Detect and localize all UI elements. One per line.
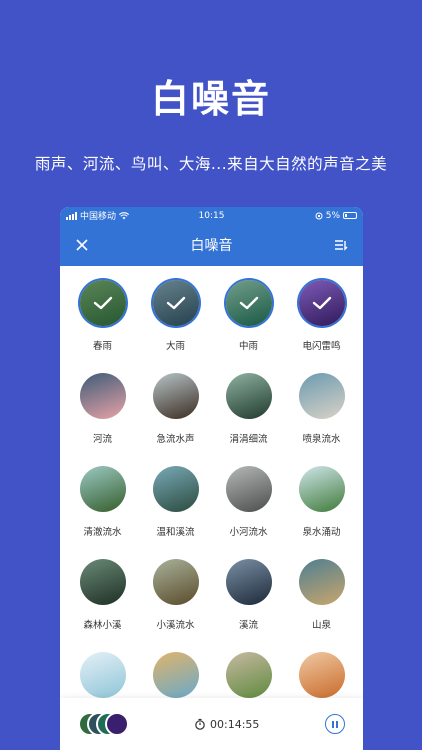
sound-grid: 春雨 大雨 中雨 电闪雷鸣河流 急流水声 涓涓细流 喷泉流水清澈流水 温和溪流 小河流水 泉水涌动… (60, 266, 363, 741)
sound-label: 小河流水 (229, 527, 268, 538)
sound-item[interactable]: 河流 (66, 369, 139, 462)
sound-item[interactable]: 涓涓细流 (212, 369, 285, 462)
sound-label: 涓涓细流 (229, 434, 268, 445)
pause-button[interactable] (325, 714, 345, 734)
timer[interactable]: 00:14:55 (194, 718, 259, 731)
close-button[interactable] (72, 235, 92, 255)
sound-thumbnail (79, 652, 126, 698)
sound-thumbnail (225, 280, 272, 326)
sound-thumbnail (298, 373, 345, 419)
sound-item[interactable]: 森林小溪 (66, 555, 139, 648)
check-icon (298, 280, 345, 326)
phone-screen: 中国移动 10:15 5% 白噪音 春雨 大雨 中雨 电闪雷鸣 河流 急流水声 … (60, 207, 363, 750)
orientation-lock-icon (315, 212, 323, 219)
pause-icon (332, 720, 334, 728)
timer-value: 00:14:55 (210, 717, 260, 731)
status-bar: 中国移动 10:15 5% (60, 207, 363, 224)
sound-item[interactable]: 电闪雷鸣 (285, 276, 358, 369)
sound-label: 清澈流水 (83, 527, 122, 538)
sound-item[interactable]: 中雨 (212, 276, 285, 369)
sound-thumbnail (225, 373, 272, 419)
sound-thumbnail (298, 280, 345, 326)
sound-label: 大雨 (165, 341, 185, 352)
playlist-icon (335, 240, 348, 251)
sound-thumbnail (79, 559, 126, 605)
stopwatch-icon (195, 718, 205, 730)
sound-label: 中雨 (238, 341, 258, 352)
sound-label: 泉水涌动 (302, 527, 341, 538)
sound-item[interactable]: 急流水声 (139, 369, 212, 462)
sound-item[interactable]: 清澈流水 (66, 462, 139, 555)
sound-thumbnail (79, 373, 126, 419)
sound-label: 河流 (92, 434, 112, 445)
playlist-button[interactable] (331, 235, 351, 255)
sound-label: 山泉 (311, 620, 331, 631)
sound-thumbnail (298, 559, 345, 605)
sound-thumbnail (152, 466, 199, 512)
sound-label: 急流水声 (156, 434, 195, 445)
sound-thumbnail (225, 652, 272, 698)
sound-thumbnail (152, 652, 199, 698)
player-bar: 00:14:55 (60, 698, 363, 750)
sound-item[interactable]: 大雨 (139, 276, 212, 369)
sound-thumbnail (225, 559, 272, 605)
sound-thumbnail (298, 652, 345, 698)
sound-thumbnail (298, 466, 345, 512)
sound-item[interactable]: 喷泉流水 (285, 369, 358, 462)
sound-label: 温和溪流 (156, 527, 195, 538)
check-icon (225, 280, 272, 326)
selected-sounds-stack[interactable] (78, 711, 138, 737)
sound-thumbnail (79, 280, 126, 326)
page-title: 白噪音 (190, 238, 233, 254)
sound-label: 溪流 (238, 620, 258, 631)
sound-item[interactable]: 小溪流水 (139, 555, 212, 648)
navbar: 白噪音 (60, 224, 363, 266)
sound-thumbnail (225, 466, 272, 512)
promo-title: 白噪音 (150, 77, 271, 121)
stack-thumbnail (105, 712, 129, 736)
sound-label: 小溪流水 (156, 620, 195, 631)
sound-item[interactable]: 小河流水 (212, 462, 285, 555)
sound-item[interactable]: 山泉 (285, 555, 358, 648)
sound-thumbnail (79, 466, 126, 512)
sound-item[interactable]: 春雨 (66, 276, 139, 369)
battery-percent: 5% (325, 210, 340, 221)
check-icon (152, 280, 199, 326)
sound-thumbnail (152, 559, 199, 605)
battery-icon (343, 212, 357, 219)
close-icon (76, 239, 88, 251)
promo-subtitle: 雨声、河流、鸟叫、大海...来自大自然的声音之美 (34, 155, 388, 173)
sound-label: 春雨 (92, 341, 112, 352)
sound-item[interactable]: 溪流 (212, 555, 285, 648)
sound-label: 电闪雷鸣 (302, 341, 341, 352)
sound-item[interactable]: 温和溪流 (139, 462, 212, 555)
sound-thumbnail (152, 280, 199, 326)
sound-label: 森林小溪 (83, 620, 122, 631)
sound-label: 喷泉流水 (302, 434, 341, 445)
sound-thumbnail (152, 373, 199, 419)
sound-item[interactable]: 泉水涌动 (285, 462, 358, 555)
check-icon (79, 280, 126, 326)
